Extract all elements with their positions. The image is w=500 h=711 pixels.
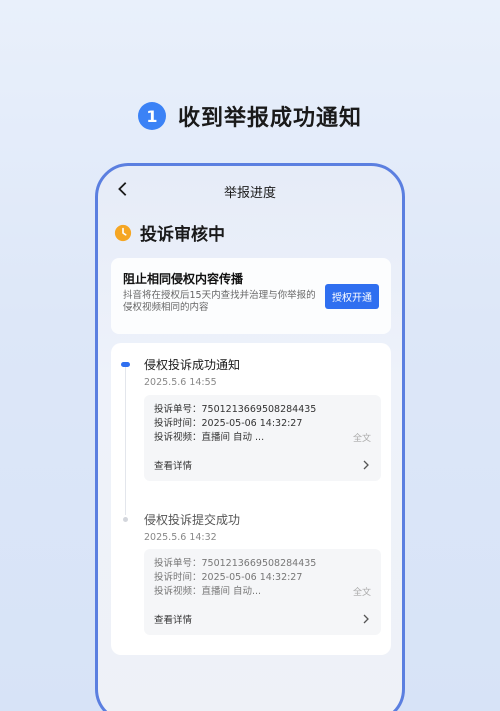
status-row: 投诉审核中 xyxy=(114,220,225,245)
event-time: 2025.5.6 14:55 xyxy=(144,377,217,388)
timeline-dot-active xyxy=(121,362,130,367)
complaint-video: 投诉视频：直播间 自动 ... xyxy=(154,432,265,443)
timeline-dot-inactive xyxy=(123,517,128,522)
step-title: 收到举报成功通知 xyxy=(177,106,362,131)
complaint-id: 投诉单号：7501213669508284435 xyxy=(154,404,317,415)
clock-icon xyxy=(114,224,132,241)
view-details-row[interactable]: 查看详情 xyxy=(154,458,371,472)
chevron-right-icon xyxy=(363,460,369,470)
timeline-event: 侵权投诉成功通知 2025.5.6 14:55 xyxy=(144,356,384,388)
chevron-right-icon xyxy=(363,614,369,624)
event-title: 侵权投诉成功通知 xyxy=(144,358,241,372)
fulltext-link[interactable]: 全文 xyxy=(353,431,371,444)
event-time: 2025.5.6 14:32 xyxy=(144,532,217,543)
complaint-video: 投诉视频：直播间 自动... xyxy=(154,586,262,597)
timeline-line xyxy=(125,365,126,515)
timeline-event: 侵权投诉提交成功 2025.5.6 14:32 xyxy=(144,511,384,543)
back-button[interactable] xyxy=(114,180,134,200)
status-text: 投诉审核中 xyxy=(140,225,225,245)
authorize-button[interactable]: 授权开通 xyxy=(325,284,379,309)
promo-description: 抖音将在授权后15天内查找并治理与你举报的侵权视频相同的内容 xyxy=(123,290,316,313)
promo-card: 阻止相同侵权内容传播 抖音将在授权后15天内查找并治理与你举报的侵权视频相同的内… xyxy=(111,258,391,334)
view-details-row[interactable]: 查看详情 xyxy=(154,612,371,626)
view-details-label: 查看详情 xyxy=(154,615,193,626)
event-detail-box: 投诉单号：7501213669508284435 投诉时间：2025-05-06… xyxy=(144,395,381,481)
complaint-time: 投诉时间：2025-05-06 14:32:27 xyxy=(154,572,303,583)
complaint-time: 投诉时间：2025-05-06 14:32:27 xyxy=(154,418,303,429)
view-details-label: 查看详情 xyxy=(154,461,193,472)
phone-frame: 举报进度 投诉审核中 阻止相同侵权内容传播 抖音将在授权后15天内查找并治理与你… xyxy=(95,163,405,711)
page-title: 举报进度 xyxy=(223,185,276,201)
timeline-card: 侵权投诉成功通知 2025.5.6 14:55 投诉单号：75012136695… xyxy=(111,343,391,655)
step-header: 1 收到举报成功通知 xyxy=(0,100,500,132)
event-title: 侵权投诉提交成功 xyxy=(144,513,241,527)
fulltext-link[interactable]: 全文 xyxy=(353,585,371,598)
event-detail-box: 投诉单号：7501213669508284435 投诉时间：2025-05-06… xyxy=(144,549,381,635)
complaint-id: 投诉单号：7501213669508284435 xyxy=(154,558,317,569)
step-number-badge: 1 xyxy=(137,102,166,130)
chevron-left-icon xyxy=(118,182,127,196)
nav-bar: 举报进度 xyxy=(98,176,402,206)
